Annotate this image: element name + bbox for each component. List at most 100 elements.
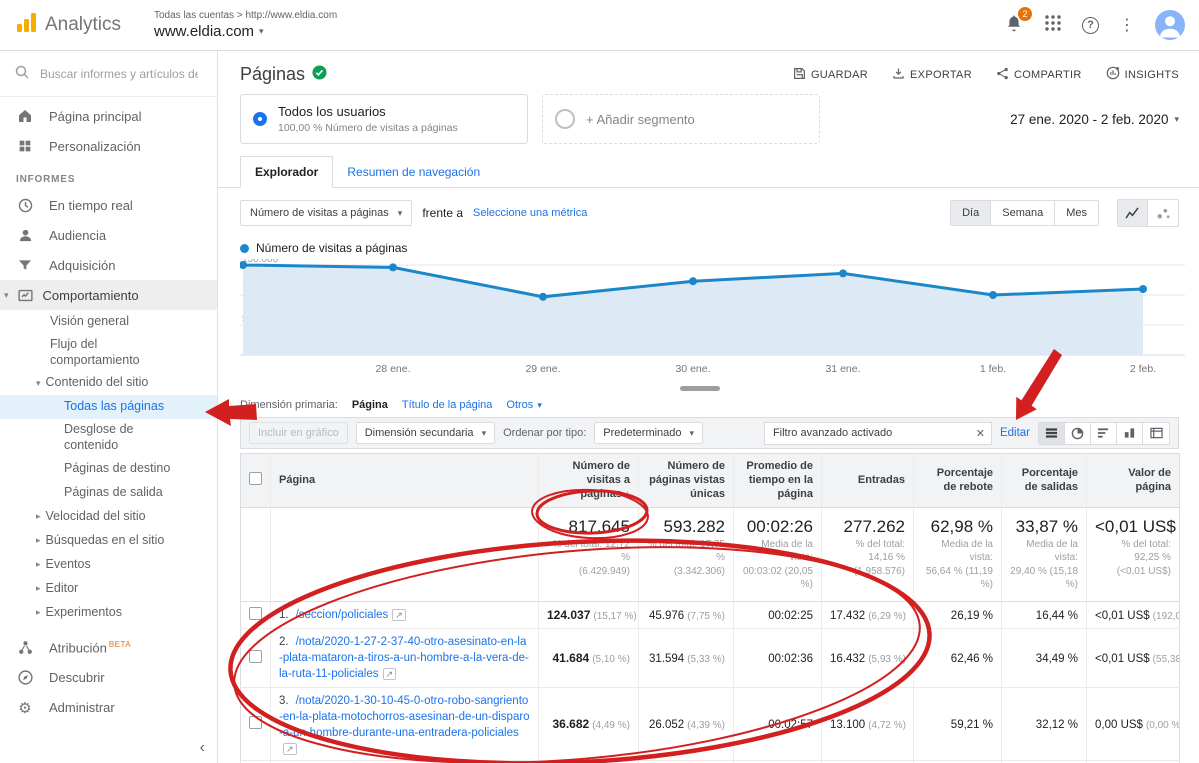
cell-value: 34,49 % — [1036, 653, 1078, 665]
external-link-icon[interactable]: ↗ — [283, 743, 297, 755]
chart-scrollbar — [240, 385, 1185, 391]
motion-chart-icon — [1156, 207, 1171, 220]
sidebar-item-label: Audiencia — [49, 228, 106, 243]
sidebar-item-site-content[interactable]: ▾ Contenido del sitio — [0, 371, 217, 395]
column-header-pageviews[interactable]: Número de visitas a páginas ↓ — [539, 454, 639, 508]
select-metric-link[interactable]: Seleccione una métrica — [473, 207, 587, 219]
granularity-week-button[interactable]: Semana — [991, 201, 1055, 225]
row-checkbox[interactable] — [249, 650, 262, 663]
performance-view-button[interactable] — [1091, 423, 1117, 444]
external-link-icon[interactable]: ↗ — [383, 668, 397, 680]
sidebar-item-acquisition[interactable]: Adquisición — [0, 250, 217, 280]
total-avg-time: 00:02:26 — [742, 517, 813, 537]
sidebar-item-realtime[interactable]: En tiempo real — [0, 190, 217, 220]
column-header-page[interactable]: Página — [271, 454, 539, 508]
search-input[interactable] — [40, 67, 198, 81]
dimension-page-title-option[interactable]: Título de la página — [402, 399, 493, 411]
row-checkbox[interactable] — [249, 607, 262, 620]
chevron-right-icon: ▸ — [36, 583, 41, 594]
funnel-icon — [16, 256, 34, 274]
external-link-icon[interactable]: ↗ — [392, 609, 406, 621]
column-header-bounce-rate[interactable]: Porcentaje de rebote — [914, 454, 1002, 508]
sidebar-item-customization[interactable]: Personalización — [0, 131, 217, 161]
segment-all-users[interactable]: Todos los usuarios 100,00 % Número de vi… — [240, 94, 528, 144]
percentage-view-button[interactable] — [1065, 423, 1091, 444]
metric-selector-dropdown[interactable]: Número de visitas a páginas ▾ — [240, 200, 412, 226]
select-all-checkbox[interactable] — [249, 472, 262, 485]
sidebar-item-experiments[interactable]: ▸ Experimentos — [0, 601, 217, 625]
sidebar-item-events[interactable]: ▸ Eventos — [0, 553, 217, 577]
sort-type-dropdown[interactable]: Predeterminado ▾ — [594, 422, 703, 444]
dimension-other-option[interactable]: Otros ▾ — [506, 399, 541, 411]
sidebar-item-discover[interactable]: Descubrir — [0, 663, 217, 693]
cell-value: 00:02:57 — [768, 719, 813, 731]
chart-scrollbar-handle[interactable] — [680, 386, 720, 391]
column-header-entrances[interactable]: Entradas — [822, 454, 914, 508]
sidebar-item-publisher[interactable]: ▸ Editor — [0, 577, 217, 601]
edit-filter-link[interactable]: Editar — [1000, 427, 1030, 439]
insights-button[interactable]: INSIGHTS — [1106, 66, 1179, 83]
granularity-month-button[interactable]: Mes — [1055, 201, 1098, 225]
totals-row: 817.645% del total: 12,72 %(6.429.949) 5… — [241, 508, 1180, 602]
account-switcher[interactable]: Todas las cuentas > http://www.eldia.com… — [154, 10, 337, 40]
cell-percent: (4,39 %) — [687, 720, 725, 731]
line-chart-button[interactable] — [1118, 200, 1148, 226]
data-view-button[interactable] — [1039, 423, 1065, 444]
row-number: 1. — [279, 609, 289, 621]
column-header-exit-rate[interactable]: Porcentaje de salidas — [1002, 454, 1087, 508]
save-button[interactable]: GUARDAR — [793, 66, 868, 83]
user-avatar[interactable] — [1155, 10, 1185, 40]
export-button[interactable]: EXPORTAR — [892, 66, 972, 83]
comparison-view-button[interactable] — [1117, 423, 1143, 444]
close-icon[interactable]: ✕ — [976, 427, 985, 440]
sidebar-item-exit-pages[interactable]: Páginas de salida — [0, 481, 217, 505]
sidebar-item-site-speed[interactable]: ▸ Velocidad del sitio — [0, 505, 217, 529]
cell-percent: (4,72 %) — [868, 720, 906, 731]
primary-dimension-label: Dimensión primaria: — [240, 399, 338, 411]
tab-explorer[interactable]: Explorador — [240, 156, 333, 188]
sidebar-item-attribution[interactable]: AtribuciónBETA — [0, 633, 217, 663]
apps-grid-button[interactable] — [1044, 14, 1062, 37]
total-entrances: 277.262 — [830, 517, 905, 537]
sidebar-item-behavior[interactable]: ▾ Comportamiento — [0, 280, 217, 310]
sidebar-item-landing-pages[interactable]: Páginas de destino — [0, 457, 217, 481]
column-header-page-value[interactable]: Valor de página — [1087, 454, 1180, 508]
segment-subtitle: 100,00 % Número de visitas a páginas — [278, 122, 458, 134]
sidebar-item-site-search[interactable]: ▸ Búsquedas en el sitio — [0, 529, 217, 553]
collapse-sidebar-button[interactable]: ‹ — [200, 739, 205, 757]
sidebar-item-audience[interactable]: Audiencia — [0, 220, 217, 250]
row-checkbox[interactable] — [249, 716, 262, 729]
tab-navigation-summary[interactable]: Resumen de navegación — [333, 157, 494, 187]
sidebar-item-content-drilldown[interactable]: Desglose de contenido — [0, 419, 217, 456]
app-name: Analytics — [45, 14, 121, 36]
date-range-picker[interactable]: 27 ene. 2020 - 2 feb. 2020 ▾ — [1010, 112, 1179, 127]
analytics-logo[interactable]: Analytics — [14, 11, 142, 40]
svg-text:29 ene.: 29 ene. — [525, 363, 560, 375]
page-link[interactable]: /nota/2020-1-27-2-37-40-otro-asesinato-e… — [279, 636, 529, 680]
chevron-right-icon: ▸ — [36, 535, 41, 546]
pivot-view-button[interactable] — [1143, 423, 1169, 444]
advanced-filter-chip[interactable]: Filtro avanzado activado ✕ — [764, 422, 992, 445]
notifications-button[interactable]: 2 — [1004, 13, 1024, 38]
granularity-day-button[interactable]: Día — [951, 201, 991, 225]
share-button[interactable]: COMPARTIR — [996, 66, 1082, 83]
more-options-button[interactable]: ⋮ — [1119, 15, 1135, 35]
sidebar-item-behavior-flow[interactable]: Flujo del comportamiento — [0, 334, 217, 371]
column-header-avg-time[interactable]: Promedio de tiempo en la página — [734, 454, 822, 508]
sidebar-item-home[interactable]: Página principal — [0, 101, 217, 131]
cell-value: 16,44 % — [1036, 610, 1078, 622]
column-header-unique-pageviews[interactable]: Número de páginas vistas únicas — [639, 454, 734, 508]
add-segment-button[interactable]: + Añadir segmento — [542, 94, 820, 144]
sidebar-search[interactable] — [0, 51, 217, 97]
sidebar-item-behavior-overview[interactable]: Visión general — [0, 310, 217, 334]
sidebar-item-all-pages[interactable]: Todas las páginas — [0, 395, 217, 419]
sidebar-item-admin[interactable]: ⚙ Administrar — [0, 693, 217, 723]
secondary-dimension-dropdown[interactable]: Dimensión secundaria ▾ — [356, 422, 495, 444]
page-link[interactable]: /seccion/policiales — [296, 609, 389, 621]
cell-value: 00:02:36 — [768, 653, 813, 665]
dimension-page-option[interactable]: Página — [352, 399, 388, 411]
help-button[interactable]: ? — [1082, 17, 1099, 34]
page-link[interactable]: /nota/2020-1-30-10-45-0-otro-robo-sangri… — [279, 695, 530, 739]
motion-chart-button[interactable] — [1148, 200, 1178, 226]
chevron-down-icon: ▾ — [4, 290, 9, 301]
